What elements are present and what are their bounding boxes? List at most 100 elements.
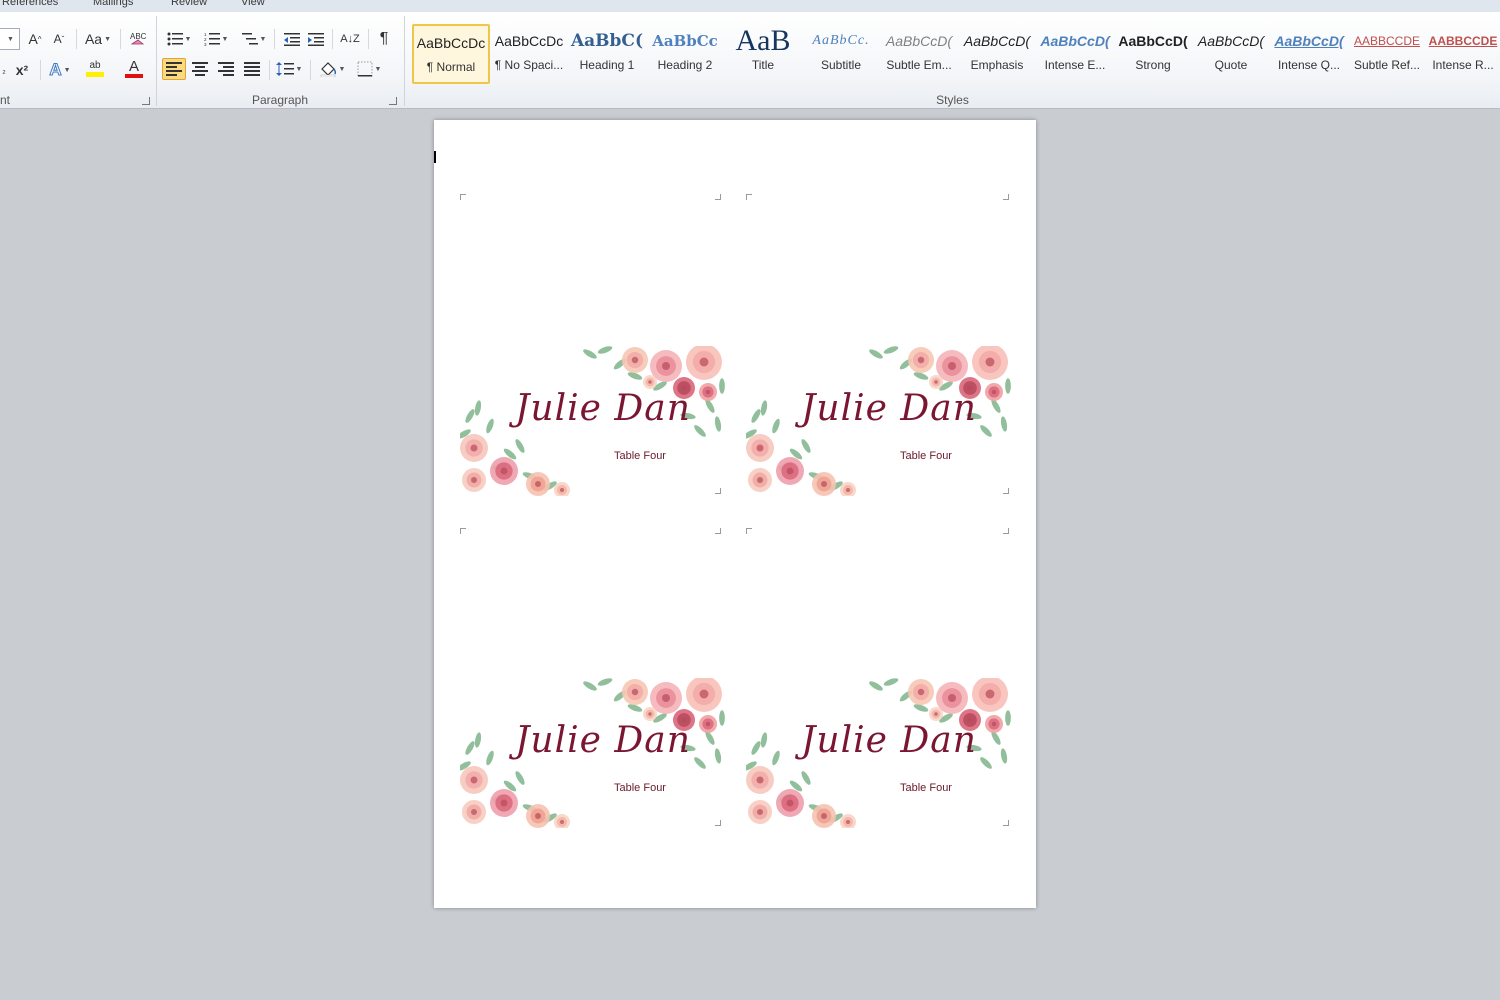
grow-font-button[interactable]: A ^ — [25, 28, 45, 50]
superscript-button[interactable]: x² — [12, 59, 32, 81]
svg-text:ABC: ABC — [130, 32, 147, 41]
change-case-button[interactable]: Aa ▼ — [84, 28, 112, 50]
crop-mark — [460, 194, 466, 200]
font-color-button[interactable]: A — [118, 57, 150, 79]
font-group-label: nt — [0, 93, 11, 107]
text-effects-button[interactable]: A ▼ — [46, 59, 74, 81]
font-dialog-launcher[interactable] — [142, 97, 150, 105]
style-title[interactable]: AaB Title — [724, 24, 802, 84]
font-group: ▼ A ^ Aˇ Aa ▼ ABC ₂ x² A ▼ ab A nt — [0, 12, 156, 109]
card-table-label: Table Four — [900, 450, 952, 462]
show-hide-marks-button[interactable]: ¶ — [373, 28, 395, 50]
style-emphasis[interactable]: AaBbCcD( Emphasis — [958, 24, 1036, 84]
line-spacing-icon — [275, 62, 294, 76]
style-heading-1[interactable]: AaBbC( Heading 1 — [568, 24, 646, 84]
style-strong[interactable]: AaBbCcD( Strong — [1114, 24, 1192, 84]
style-sample: AaBbCcDc — [494, 33, 564, 49]
decrease-indent-icon — [284, 33, 300, 46]
shrink-font-icon: A — [53, 32, 62, 46]
align-left-icon — [166, 62, 182, 76]
style-intense-emphasis[interactable]: AaBbCcD( Intense E... — [1036, 24, 1114, 84]
numbering-icon: 123 — [204, 32, 220, 46]
style-label: Emphasis — [970, 58, 1024, 72]
style-subtitle[interactable]: AaBbCc. Subtitle — [802, 24, 880, 84]
style-sample: AABBCCDE — [1428, 34, 1498, 48]
align-center-icon — [192, 62, 208, 76]
style-label: Subtitle — [820, 58, 862, 72]
tab-mailings[interactable]: Mailings — [93, 0, 133, 8]
line-spacing-button[interactable]: ▼ — [275, 58, 303, 80]
place-card[interactable]: Julie Dan Table Four — [746, 678, 1012, 828]
card-guest-name: Julie Dan — [515, 720, 691, 761]
bullets-icon — [167, 32, 183, 46]
document-page[interactable]: Julie Dan Table Four Julie Dan Table Fou… — [434, 120, 1036, 908]
tab-review[interactable]: Review — [171, 0, 207, 8]
card-table-label: Table Four — [614, 450, 666, 462]
place-card[interactable]: Julie Dan Table Four — [460, 346, 726, 496]
style-subtle-emphasis[interactable]: AaBbCcD( Subtle Em... — [880, 24, 958, 84]
style-label: Heading 1 — [579, 58, 635, 72]
style-label: Title — [751, 58, 775, 72]
style-label: Heading 2 — [657, 58, 713, 72]
ribbon-tabs: References Mailings Review View — [0, 0, 1500, 12]
card-guest-name: Julie Dan — [801, 720, 977, 761]
divider — [310, 60, 311, 80]
card-table-label: Table Four — [614, 782, 666, 794]
paragraph-dialog-launcher[interactable] — [389, 97, 397, 105]
crop-mark — [715, 194, 721, 200]
align-right-icon — [218, 62, 234, 76]
highlight-color-bar — [86, 71, 104, 77]
place-card[interactable]: Julie Dan Table Four — [460, 678, 726, 828]
divider — [332, 29, 333, 49]
tab-view[interactable]: View — [241, 0, 265, 8]
justify-button[interactable] — [240, 58, 264, 80]
card-table-label: Table Four — [900, 782, 952, 794]
subscript-button[interactable]: ₂ — [0, 59, 8, 81]
align-left-button[interactable] — [162, 58, 186, 80]
style-sample: AaBbCcD( — [963, 33, 1031, 49]
justify-icon — [244, 62, 260, 76]
style-quote[interactable]: AaBbCcD( Quote — [1192, 24, 1270, 84]
multilevel-list-button[interactable]: ▼ — [239, 28, 269, 50]
style-normal[interactable]: AaBbCcDc ¶ Normal — [412, 24, 490, 84]
style-sample: AaB — [735, 24, 791, 57]
tab-references[interactable]: References — [2, 0, 58, 8]
align-right-button[interactable] — [214, 58, 238, 80]
font-size-dropdown[interactable]: ▼ — [0, 28, 20, 50]
shrink-font-button[interactable]: Aˇ — [50, 28, 68, 50]
style-sample: AaBbCc. — [812, 33, 870, 48]
sort-icon: A↓Z — [340, 33, 360, 45]
increase-indent-button[interactable] — [305, 28, 327, 50]
style-intense-quote[interactable]: AaBbCcD( Intense Q... — [1270, 24, 1348, 84]
style-label: Subtle Em... — [886, 58, 952, 72]
pilcrow-icon: ¶ — [379, 30, 389, 47]
bullets-button[interactable]: ▼ — [165, 28, 193, 50]
style-sample: AaBbCc — [652, 32, 718, 50]
style-sample: AaBbC( — [570, 31, 644, 51]
align-center-button[interactable] — [188, 58, 212, 80]
style-intense-reference[interactable]: AABBCCDE Intense R... — [1426, 24, 1500, 84]
clear-formatting-button[interactable]: ABC — [127, 28, 149, 50]
paragraph-group-label: Paragraph — [251, 93, 309, 107]
svg-text:3: 3 — [204, 42, 207, 46]
style-label: Quote — [1214, 58, 1248, 72]
shading-button[interactable]: ▼ — [317, 58, 347, 80]
place-card[interactable]: Julie Dan Table Four — [746, 346, 1012, 496]
crop-mark — [746, 194, 752, 200]
divider — [269, 60, 270, 80]
crop-mark — [1003, 528, 1009, 534]
crop-mark — [1003, 194, 1009, 200]
sort-button[interactable]: A↓Z — [337, 28, 363, 50]
borders-button[interactable]: ▼ — [353, 58, 385, 80]
clear-formatting-icon: ABC — [130, 32, 147, 45]
grow-font-icon: A — [28, 31, 38, 47]
highlight-button[interactable]: ab — [80, 57, 110, 79]
style-no-spacing[interactable]: AaBbCcDc ¶ No Spaci... — [490, 24, 568, 84]
style-subtle-reference[interactable]: AABBCCDE Subtle Ref... — [1348, 24, 1426, 84]
decrease-indent-button[interactable] — [281, 28, 303, 50]
style-heading-2[interactable]: AaBbCc Heading 2 — [646, 24, 724, 84]
style-sample: AABBCCDE — [1353, 34, 1421, 48]
font-color-bar — [125, 73, 143, 78]
increase-indent-icon — [308, 33, 324, 46]
numbering-button[interactable]: 1 2 3 ▼ — [201, 28, 231, 50]
